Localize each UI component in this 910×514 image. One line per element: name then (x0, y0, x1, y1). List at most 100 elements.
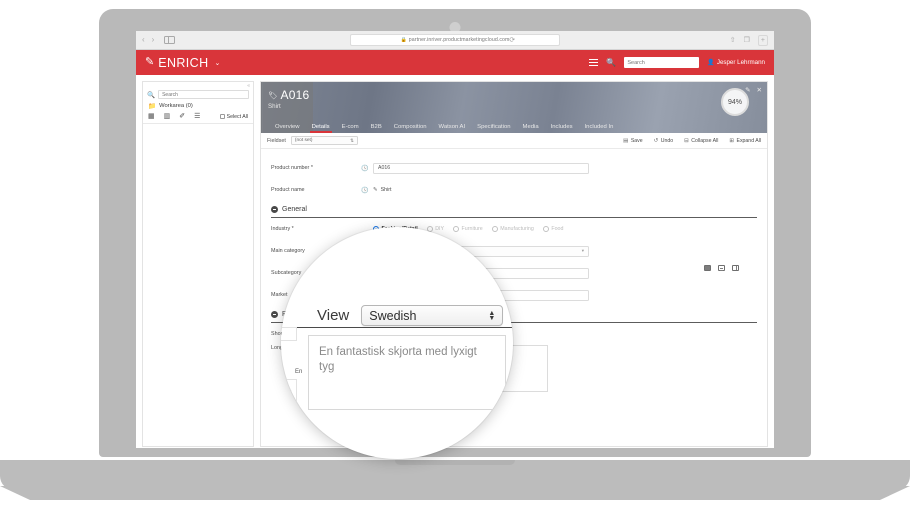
browser-chrome-right: ⇧ ❐ + (730, 35, 768, 46)
grid-view-icon[interactable]: ▦ (148, 113, 155, 120)
radio-icon (543, 226, 549, 232)
magnified-view-row: View Swedish ▲ ▼ (317, 305, 503, 326)
history-clock-icon[interactable]: 🕓 (361, 187, 373, 194)
edit-icon[interactable]: ✎ (745, 86, 750, 94)
tab-includes[interactable]: Includes (545, 124, 579, 133)
tab-b2b[interactable]: B2B (365, 124, 388, 133)
select-all-checkbox[interactable]: Select All (220, 114, 248, 120)
collapse-all-button[interactable]: ⊟ Collapse All (684, 138, 718, 144)
browser-sidebar-toggle-icon[interactable] (164, 36, 175, 44)
section-title-general: General (282, 206, 307, 213)
list-view-icon[interactable]: ☰ (194, 113, 200, 120)
brand-logo[interactable]: ✎ ENRICH ⌄ (145, 56, 220, 70)
save-label: Save (631, 138, 643, 144)
card-view-icon[interactable]: ▥ (164, 113, 171, 120)
sidebar-search-box[interactable] (158, 90, 249, 99)
browser-url-bar[interactable]: 🔒 partner.inriver.productmarketingcloud.… (350, 34, 560, 46)
header-right-group: 🔍 👤 Jesper Lehrmann (589, 57, 765, 68)
share-icon[interactable]: ⇧ (730, 36, 736, 44)
search-icon[interactable]: 🔍 (147, 91, 155, 99)
page-title: A016 (281, 88, 310, 102)
language-select[interactable]: Swedish ▲ ▼ (361, 305, 503, 326)
field-row-product-number: Product number * 🕓 A016 (271, 157, 757, 179)
history-clock-icon[interactable]: 🕓 (361, 165, 373, 172)
save-button[interactable]: ▤ Save (623, 138, 643, 144)
brand-name: ENRICH (158, 56, 208, 70)
chevron-down-icon: ▾ (582, 248, 584, 254)
sidebar-panel: « 🔍 📁 Workarea (0) ▦ ▥ ✐ ☰ (142, 81, 254, 447)
section-header-general[interactable]: General (271, 206, 757, 218)
undo-label: Undo (661, 138, 673, 144)
user-menu[interactable]: 👤 Jesper Lehrmann (707, 59, 765, 66)
product-tab-bar: Overview Details E-com B2B Composition W… (261, 119, 767, 133)
magnified-ghost-box-3 (281, 379, 297, 421)
hamburger-icon[interactable] (589, 59, 598, 67)
sidebar-collapse-icon[interactable]: « (143, 82, 253, 89)
collapse-toggle-icon (271, 311, 278, 318)
folder-icon: 📁 (148, 102, 156, 110)
product-number-input[interactable]: A016 (373, 163, 589, 174)
product-hero: 🏷 A016 Shirt 94% ✎ ✕ Overview Deta (261, 82, 767, 133)
magnified-description-textarea[interactable]: En fantastisk skjorta med lyxigt tyg (308, 335, 506, 410)
full-width-icon[interactable] (732, 265, 739, 271)
single-column-icon[interactable] (704, 265, 711, 271)
expand-all-button[interactable]: ⊞ Expand All (729, 138, 761, 144)
radio-label: Food (551, 226, 563, 232)
product-title-block: 🏷 A016 Shirt (268, 88, 309, 110)
magnified-ghost-box-1 (281, 231, 311, 243)
tab-ecom[interactable]: E-com (336, 124, 365, 133)
fieldset-select[interactable]: (not set) ⇅ (291, 136, 358, 145)
sidebar-item-list[interactable] (143, 124, 253, 446)
tab-composition[interactable]: Composition (388, 124, 433, 133)
undo-icon: ↺ (654, 138, 659, 144)
stepper-arrows-icon: ▲ ▼ (488, 311, 495, 321)
magnified-section-divider (281, 327, 513, 328)
sidebar-search-input[interactable] (162, 92, 248, 98)
magnified-ghost-box-2 (281, 327, 297, 341)
tab-details[interactable]: Details (306, 124, 336, 133)
select-all-label: Select All (227, 114, 248, 120)
magnified-description-value: En fantastisk skjorta med lyxigt tyg (319, 346, 477, 373)
chevron-down-icon: ⌄ (215, 59, 221, 67)
form-toolbar: Fieldset (not set) ⇅ ▤ Save ↺ Undo (261, 133, 767, 149)
tab-watson-ai[interactable]: Watson AI (433, 124, 472, 133)
screenshot-stage: ‹ › 🔒 partner.inriver.productmarketingcl… (0, 0, 910, 514)
tab-included-in[interactable]: Included In (579, 124, 620, 133)
sidebar-search-row: 🔍 (143, 89, 253, 102)
close-icon[interactable]: ✕ (757, 86, 762, 94)
user-icon: 👤 (707, 59, 714, 66)
tabs-icon[interactable]: ❐ (744, 36, 750, 44)
radio-food[interactable]: Food (543, 226, 564, 232)
new-tab-icon[interactable]: + (758, 35, 768, 46)
hero-actions: ✎ ✕ (745, 86, 762, 94)
sidebar-workarea-item[interactable]: 📁 Workarea (0) (143, 102, 253, 113)
brush-icon[interactable]: ✐ (179, 113, 185, 120)
back-icon[interactable]: ‹ (142, 36, 145, 44)
collapse-all-label: Collapse All (691, 138, 718, 144)
tab-media[interactable]: Media (517, 124, 545, 133)
completeness-value: 94% (728, 99, 742, 106)
expand-icon: ⊞ (729, 138, 734, 144)
product-name-value: Shirt (381, 187, 392, 193)
search-input[interactable] (627, 60, 699, 66)
product-name-value-wrap[interactable]: ✎ Shirt (373, 187, 392, 193)
forward-icon[interactable]: › (152, 36, 155, 44)
reload-icon[interactable]: ⟳ (509, 36, 515, 44)
chevron-updown-icon: ⇅ (350, 138, 354, 144)
search-icon[interactable]: 🔍 (606, 58, 616, 67)
tab-overview[interactable]: Overview (269, 124, 306, 133)
field-row-product-name: Product name 🕓 ✎ Shirt (271, 179, 757, 201)
magnified-ghost-chip: En (295, 369, 302, 375)
collapse-toggle-icon (271, 206, 278, 213)
browser-chrome-bar: ‹ › 🔒 partner.inriver.productmarketingcl… (136, 31, 774, 50)
two-column-icon[interactable] (718, 265, 725, 271)
laptop-foot (0, 486, 910, 500)
tag-icon: 🏷 (268, 91, 278, 100)
product-number-label: Product number * (271, 165, 361, 171)
layout-toggle-group (704, 265, 739, 271)
undo-button[interactable]: ↺ Undo (654, 138, 674, 144)
tab-specification[interactable]: Specification (471, 124, 516, 133)
sidebar-toolbar: ▦ ▥ ✐ ☰ Select All (143, 113, 253, 124)
header-search-box[interactable] (624, 57, 699, 68)
checkbox-icon (220, 114, 225, 119)
